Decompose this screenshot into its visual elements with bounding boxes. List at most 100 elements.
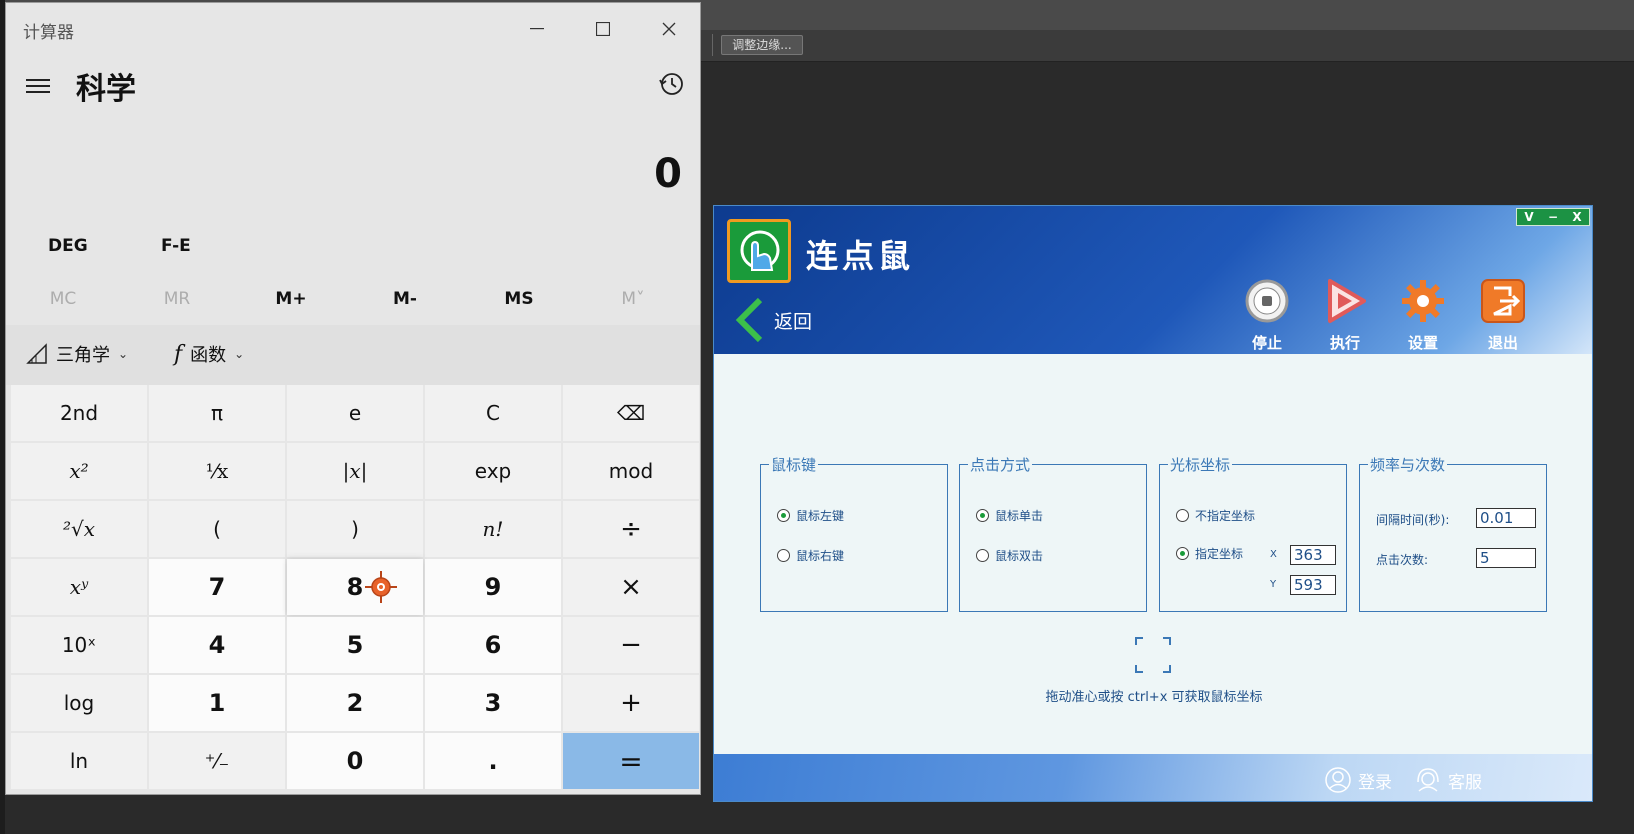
- chevron-down-icon: ⌄: [234, 347, 245, 361]
- click-mode-legend: 点击方式: [968, 454, 1033, 475]
- key-label: exp: [474, 459, 512, 483]
- minimize-button[interactable]: [514, 11, 560, 47]
- radio-checked-icon: [777, 509, 790, 522]
- refine-edge-button[interactable]: 调整边缘...: [721, 35, 803, 55]
- key-0[interactable]: 2nd: [11, 385, 147, 441]
- minimize-button[interactable]: −: [1541, 209, 1565, 225]
- no-coord-radio[interactable]: 不指定坐标: [1176, 507, 1255, 524]
- key-23[interactable]: 6: [425, 617, 561, 673]
- key-22[interactable]: 5: [287, 617, 423, 673]
- key-10[interactable]: ²√x: [11, 501, 147, 557]
- key-28[interactable]: 3: [425, 675, 561, 731]
- key-32[interactable]: 0: [287, 733, 423, 789]
- triangle-ruler-icon: [26, 343, 47, 364]
- key-16[interactable]: 7: [149, 559, 285, 615]
- key-31[interactable]: ⁺⁄₋: [149, 733, 285, 789]
- key-label: 10ˣ: [61, 633, 97, 657]
- close-icon: [662, 22, 676, 36]
- maximize-button[interactable]: [580, 11, 626, 47]
- trigonometry-dropdown[interactable]: 三角学 ⌄: [26, 341, 128, 367]
- key-8[interactable]: exp: [425, 443, 561, 499]
- x-label: X: [1270, 549, 1277, 560]
- close-button[interactable]: [646, 11, 692, 47]
- close-button[interactable]: X: [1565, 209, 1589, 225]
- key-13[interactable]: n!: [425, 501, 561, 557]
- angle-mode-button[interactable]: DEG: [48, 236, 88, 256]
- key-33[interactable]: .: [425, 733, 561, 789]
- key-24[interactable]: −: [563, 617, 699, 673]
- key-label: 8: [346, 573, 364, 601]
- hamburger-menu-icon[interactable]: [20, 68, 56, 104]
- customer-service-label: 客服: [1448, 772, 1482, 793]
- calculator-title-bar[interactable]: 计算器: [6, 3, 700, 53]
- collapse-button[interactable]: V: [1517, 209, 1541, 225]
- memory-ms-button[interactable]: MS: [462, 289, 576, 309]
- key-4[interactable]: ⌫: [563, 385, 699, 441]
- key-21[interactable]: 4: [149, 617, 285, 673]
- memory-m-minus-button[interactable]: M-: [348, 289, 462, 309]
- key-label: xʸ: [69, 575, 89, 599]
- key-7[interactable]: |x|: [287, 443, 423, 499]
- key-17[interactable]: 8: [287, 559, 423, 615]
- key-14[interactable]: ÷: [563, 501, 699, 557]
- fixed-exponent-button[interactable]: F-E: [161, 236, 191, 256]
- radio-unchecked-icon: [777, 549, 790, 562]
- key-label: 2nd: [59, 401, 99, 425]
- play-icon: [1328, 279, 1366, 323]
- auto-clicker-window: V − X 连点鼠 返回 停止 执行 设置 退出 鼠标键 鼠标左键 鼠标右键 点…: [713, 205, 1593, 802]
- key-label: ²√x: [62, 517, 96, 541]
- click-count-input[interactable]: 5: [1476, 548, 1536, 568]
- key-1[interactable]: π: [149, 385, 285, 441]
- exit-button[interactable]: 退出: [1472, 278, 1534, 353]
- key-19[interactable]: ×: [563, 559, 699, 615]
- maximize-icon: [596, 22, 610, 36]
- customer-service-link[interactable]: 客服: [1414, 766, 1482, 794]
- stop-label: 停止: [1251, 334, 1282, 352]
- key-label: ⁺⁄₋: [204, 749, 230, 773]
- key-9[interactable]: mod: [563, 443, 699, 499]
- back-button[interactable]: 返回: [734, 298, 812, 342]
- key-3[interactable]: C: [425, 385, 561, 441]
- calculator-window: 计算器 科学 0 DEG F-E 三角学 ⌄ f 函数 ⌄ 2nd π e C …: [5, 2, 701, 795]
- settings-button[interactable]: 设置: [1392, 278, 1454, 353]
- left-button-label: 鼠标左键: [796, 509, 845, 523]
- left-button-radio[interactable]: 鼠标左键: [777, 507, 844, 524]
- login-link[interactable]: 登录: [1324, 766, 1392, 794]
- key-label: 5: [346, 631, 364, 659]
- memory-mr-button: MR: [163, 289, 191, 309]
- key-label: n!: [482, 517, 504, 541]
- y-label: Y: [1270, 579, 1277, 590]
- y-coord-input[interactable]: 593: [1290, 575, 1336, 595]
- key-26[interactable]: 1: [149, 675, 285, 731]
- clicker-logo: [727, 219, 791, 283]
- memory-m-plus-button[interactable]: M+: [234, 289, 348, 309]
- calculator-keypad: 2nd π e C ⌫ x² ¹⁄x |x| exp mod ²√x () n! ÷ xʸ 7 8 9 × 10ˣ 4 5…: [11, 385, 703, 789]
- key-15[interactable]: xʸ: [11, 559, 147, 615]
- double-click-radio[interactable]: 鼠标双击: [976, 547, 1043, 564]
- key-34[interactable]: =: [563, 733, 699, 789]
- key-29[interactable]: +: [563, 675, 699, 731]
- key-20[interactable]: 10ˣ: [11, 617, 147, 673]
- key-27[interactable]: 2: [287, 675, 423, 731]
- key-label: ×: [620, 572, 642, 602]
- run-button[interactable]: 执行: [1314, 278, 1376, 353]
- key-5[interactable]: x²: [11, 443, 147, 499]
- single-click-radio[interactable]: 鼠标单击: [976, 507, 1043, 524]
- stop-button[interactable]: 停止: [1236, 278, 1298, 353]
- key-25[interactable]: log: [11, 675, 147, 731]
- interval-input[interactable]: 0.01: [1476, 508, 1536, 528]
- right-button-radio[interactable]: 鼠标右键: [777, 547, 844, 564]
- history-icon[interactable]: [658, 70, 686, 98]
- key-12[interactable]: ): [287, 501, 423, 557]
- x-coord-input[interactable]: 363: [1290, 545, 1336, 565]
- function-dropdown[interactable]: f 函数 ⌄: [174, 341, 244, 367]
- key-6[interactable]: ¹⁄x: [149, 443, 285, 499]
- login-label: 登录: [1358, 772, 1392, 793]
- key-30[interactable]: ln: [11, 733, 147, 789]
- key-label: mod: [608, 459, 654, 483]
- key-11[interactable]: (: [149, 501, 285, 557]
- crosshair-target-icon[interactable]: [1134, 636, 1172, 674]
- key-18[interactable]: 9: [425, 559, 561, 615]
- key-2[interactable]: e: [287, 385, 423, 441]
- specified-coord-radio[interactable]: 指定坐标: [1176, 545, 1243, 562]
